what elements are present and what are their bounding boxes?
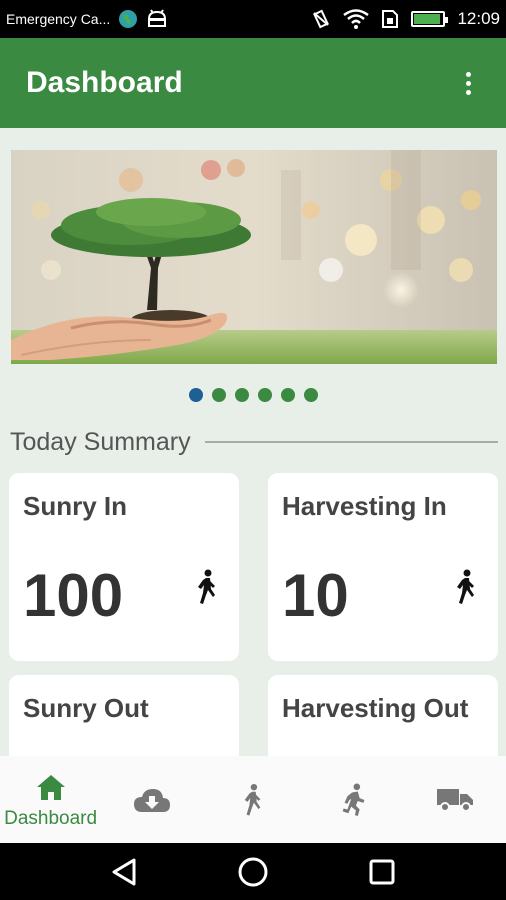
nav-dashboard[interactable]: Dashboard — [4, 756, 98, 843]
carousel-dot[interactable] — [234, 388, 249, 402]
divider — [204, 441, 498, 443]
system-navigation-bar — [0, 843, 506, 900]
carrier-label: Emergency Ca... — [6, 11, 111, 27]
walking-person-icon — [198, 569, 215, 604]
card-title: Sunry Out — [23, 693, 149, 723]
wifi-icon — [343, 9, 370, 29]
status-bar: Emergency Ca... 12:09 — [0, 0, 506, 38]
nav-run[interactable] — [309, 756, 399, 843]
card-title: Sunry In — [23, 491, 128, 521]
recents-square-icon — [369, 859, 395, 884]
carousel-dot[interactable] — [257, 388, 272, 402]
back-button[interactable] — [104, 852, 144, 892]
android-icon — [148, 9, 167, 27]
sim-icon — [382, 10, 399, 28]
section-title: Today Summary — [10, 427, 191, 456]
carousel-dot[interactable] — [280, 388, 295, 402]
carousel-dot[interactable] — [211, 388, 226, 402]
summary-card-sunry-in[interactable]: Sunry In 100 — [9, 473, 239, 661]
walking-person-icon — [457, 569, 474, 604]
page-title: Dashboard — [26, 66, 183, 99]
truck-icon — [437, 788, 474, 812]
nav-truck[interactable] — [410, 756, 500, 843]
home-icon — [36, 774, 65, 800]
battery-icon — [411, 11, 449, 27]
card-title: Harvesting In — [282, 491, 447, 521]
globe-icon — [119, 10, 138, 28]
carousel-indicator — [0, 388, 506, 402]
carousel-dot[interactable] — [303, 388, 318, 402]
nav-label: Dashboard — [4, 807, 98, 829]
cloud-download-icon — [133, 788, 170, 812]
card-title: Harvesting Out — [282, 693, 469, 723]
app-bar: Dashboard — [0, 38, 506, 128]
recents-button[interactable] — [362, 852, 402, 892]
nav-walk[interactable] — [208, 756, 298, 843]
carousel-dot[interactable] — [188, 388, 203, 402]
home-button[interactable] — [233, 852, 273, 892]
running-person-icon — [342, 782, 365, 816]
summary-card-harvesting-in[interactable]: Harvesting In 10 — [268, 473, 498, 661]
card-value: 100 — [23, 562, 124, 629]
bottom-navigation: Dashboard — [0, 756, 506, 843]
section-header: Today Summary — [10, 424, 498, 460]
card-value: 10 — [282, 562, 349, 629]
clock: 12:09 — [457, 9, 500, 28]
walking-person-icon — [244, 783, 261, 816]
more-vert-icon[interactable] — [456, 63, 480, 103]
nav-download[interactable] — [107, 756, 197, 843]
back-triangle-icon — [112, 858, 136, 885]
vibrate-icon — [313, 9, 330, 29]
carousel-banner-image[interactable] — [11, 150, 497, 364]
home-circle-icon — [238, 857, 268, 886]
